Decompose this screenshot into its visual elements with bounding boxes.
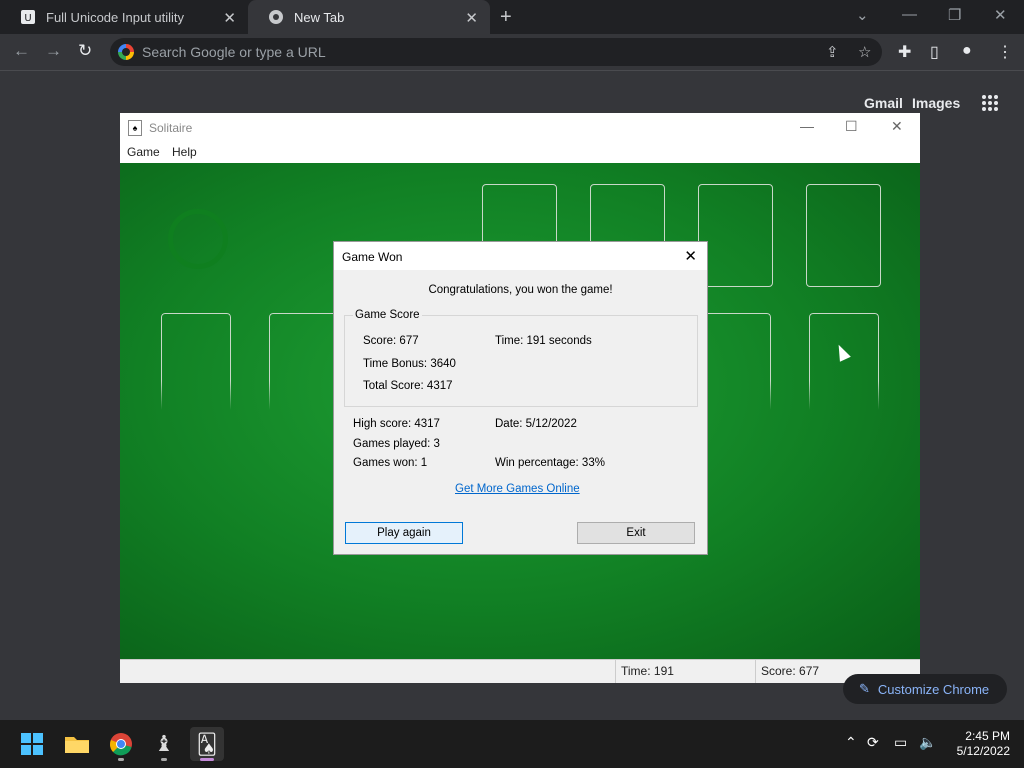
solitaire-titlebar: ♠ Solitaire — ☐ ✕	[120, 113, 920, 141]
date-label: Date: 5/12/2022	[495, 418, 577, 430]
close-icon[interactable]: ✕	[891, 118, 903, 135]
win-percentage-label: Win percentage: 33%	[495, 457, 605, 469]
dialog-titlebar: Game Won ✕	[334, 242, 707, 270]
address-placeholder: Search Google or type a URL	[142, 44, 326, 60]
bookmark-star-icon[interactable]: ☆	[858, 43, 871, 61]
volume-icon[interactable]: 🔈	[919, 734, 936, 751]
game-score-group: Game Score Score: 677 Time: 191 seconds …	[344, 309, 698, 407]
tableau-slot-1[interactable]	[161, 313, 231, 410]
close-tab-icon[interactable]: ✕	[465, 9, 478, 27]
solitaire-app-icon: ♠	[128, 120, 142, 136]
google-apps-icon[interactable]	[982, 95, 998, 111]
tab-search-icon[interactable]: ⌄	[856, 6, 869, 24]
chess-piece-icon: ♝	[154, 731, 174, 756]
more-games-link[interactable]: Get More Games Online	[455, 483, 580, 495]
foundation-slot-4[interactable]	[806, 184, 881, 287]
total-score-label: Total Score: 4317	[363, 380, 453, 392]
taskbar-chrome[interactable]	[104, 727, 138, 761]
foundation-slot-3[interactable]	[698, 184, 773, 287]
congrats-message: Congratulations, you won the game!	[428, 284, 613, 296]
network-icon[interactable]: ▭	[894, 734, 907, 751]
address-bar[interactable]: Search Google or type a URL ⇪ ☆	[110, 38, 882, 66]
maximize-icon[interactable]: ☐	[845, 118, 858, 135]
clock-time: 2:45 PM	[965, 729, 1010, 743]
running-indicator	[200, 758, 214, 761]
chrome-icon	[110, 733, 132, 756]
taskbar-clock[interactable]: 2:45 PM 5/12/2022	[940, 729, 1010, 759]
chrome-icon	[268, 9, 284, 25]
folder-icon	[65, 737, 89, 753]
close-window-icon[interactable]: ✕	[994, 6, 1007, 24]
taskbar-chess[interactable]: ♝	[147, 727, 181, 761]
games-won-label: Games won: 1	[353, 457, 428, 469]
forward-icon[interactable]: →	[45, 41, 62, 61]
tab-title: Full Unicode Input utility	[46, 9, 185, 25]
extensions-icon[interactable]: ✚	[898, 42, 911, 62]
gmail-link[interactable]: Gmail	[864, 95, 903, 111]
tableau-slot-7[interactable]	[809, 313, 879, 410]
game-won-dialog: Game Won ✕ Congratulations, you won the …	[333, 241, 708, 555]
start-button[interactable]	[15, 727, 49, 761]
new-tab-button[interactable]: +	[500, 6, 512, 29]
window-title: Solitaire	[149, 121, 193, 135]
high-score-label: High score: 4317	[353, 418, 440, 430]
tab-new-tab[interactable]: New Tab ✕	[248, 0, 490, 34]
group-title: Game Score	[353, 309, 422, 321]
dialog-title: Game Won	[342, 250, 403, 264]
clock-date: 5/12/2022	[956, 744, 1010, 758]
exit-button[interactable]: Exit	[577, 522, 695, 544]
taskbar-file-explorer[interactable]	[60, 727, 94, 761]
pencil-icon: ✎	[859, 681, 870, 696]
restore-icon[interactable]: ❐	[948, 6, 961, 24]
images-link[interactable]: Images	[912, 95, 960, 111]
customize-chrome-button[interactable]: ✎ Customize Chrome	[843, 674, 1007, 704]
minimize-icon[interactable]: —	[800, 118, 814, 134]
close-tab-icon[interactable]: ✕	[223, 9, 236, 27]
tab-title: New Tab	[294, 9, 345, 25]
time-label: Time: 191 seconds	[495, 335, 592, 347]
taskbar: ♝ 🂡 ⌃ ⟳ ▭ 🔈 2:45 PM 5/12/2022	[0, 720, 1024, 768]
minimize-icon[interactable]: —	[902, 6, 917, 23]
update-sync-icon[interactable]: ⟳	[867, 734, 879, 751]
cards-icon: 🂡	[196, 733, 218, 756]
show-hidden-icons[interactable]: ⌃	[845, 734, 857, 751]
close-icon[interactable]: ✕	[684, 247, 697, 265]
share-icon[interactable]: ⇪	[826, 43, 839, 61]
time-bonus-label: Time Bonus: 3640	[363, 358, 456, 370]
play-again-button[interactable]: Play again	[345, 522, 463, 544]
menu-kebab-icon[interactable]: ⋮	[997, 42, 1013, 62]
menu-bar: Game Help	[120, 141, 920, 163]
menu-help[interactable]: Help	[172, 145, 197, 159]
side-panel-icon[interactable]: ▯	[930, 42, 939, 62]
google-icon	[118, 44, 134, 60]
customize-label: Customize Chrome	[877, 681, 990, 697]
windows-start-icon	[21, 733, 43, 755]
tableau-slot-6[interactable]	[701, 313, 771, 410]
games-played-label: Games played: 3	[353, 438, 440, 450]
score-label: Score: 677	[363, 335, 419, 347]
browser-toolbar: ← → ↻ Search Google or type a URL ⇪ ☆	[0, 34, 1024, 71]
status-bar: Time: 191 Score: 677	[120, 659, 920, 683]
stock-recycle-icon[interactable]	[168, 209, 228, 269]
running-indicator	[161, 758, 167, 761]
running-indicator	[118, 758, 124, 761]
reload-icon[interactable]: ↻	[78, 41, 92, 61]
tableau-slot-2[interactable]	[269, 313, 339, 410]
svg-text:U: U	[24, 13, 31, 24]
status-time: Time: 191	[615, 660, 751, 683]
menu-game[interactable]: Game	[127, 145, 160, 159]
profile-icon[interactable]: ●	[962, 42, 972, 60]
taskbar-solitaire[interactable]: 🂡	[190, 727, 224, 761]
tab-strip: U Full Unicode Input utility ✕ New Tab ✕…	[0, 0, 1024, 34]
tab-unicode-input[interactable]: U Full Unicode Input utility ✕	[0, 0, 248, 34]
unicode-input-icon: U	[20, 9, 36, 25]
back-icon[interactable]: ←	[13, 41, 30, 61]
